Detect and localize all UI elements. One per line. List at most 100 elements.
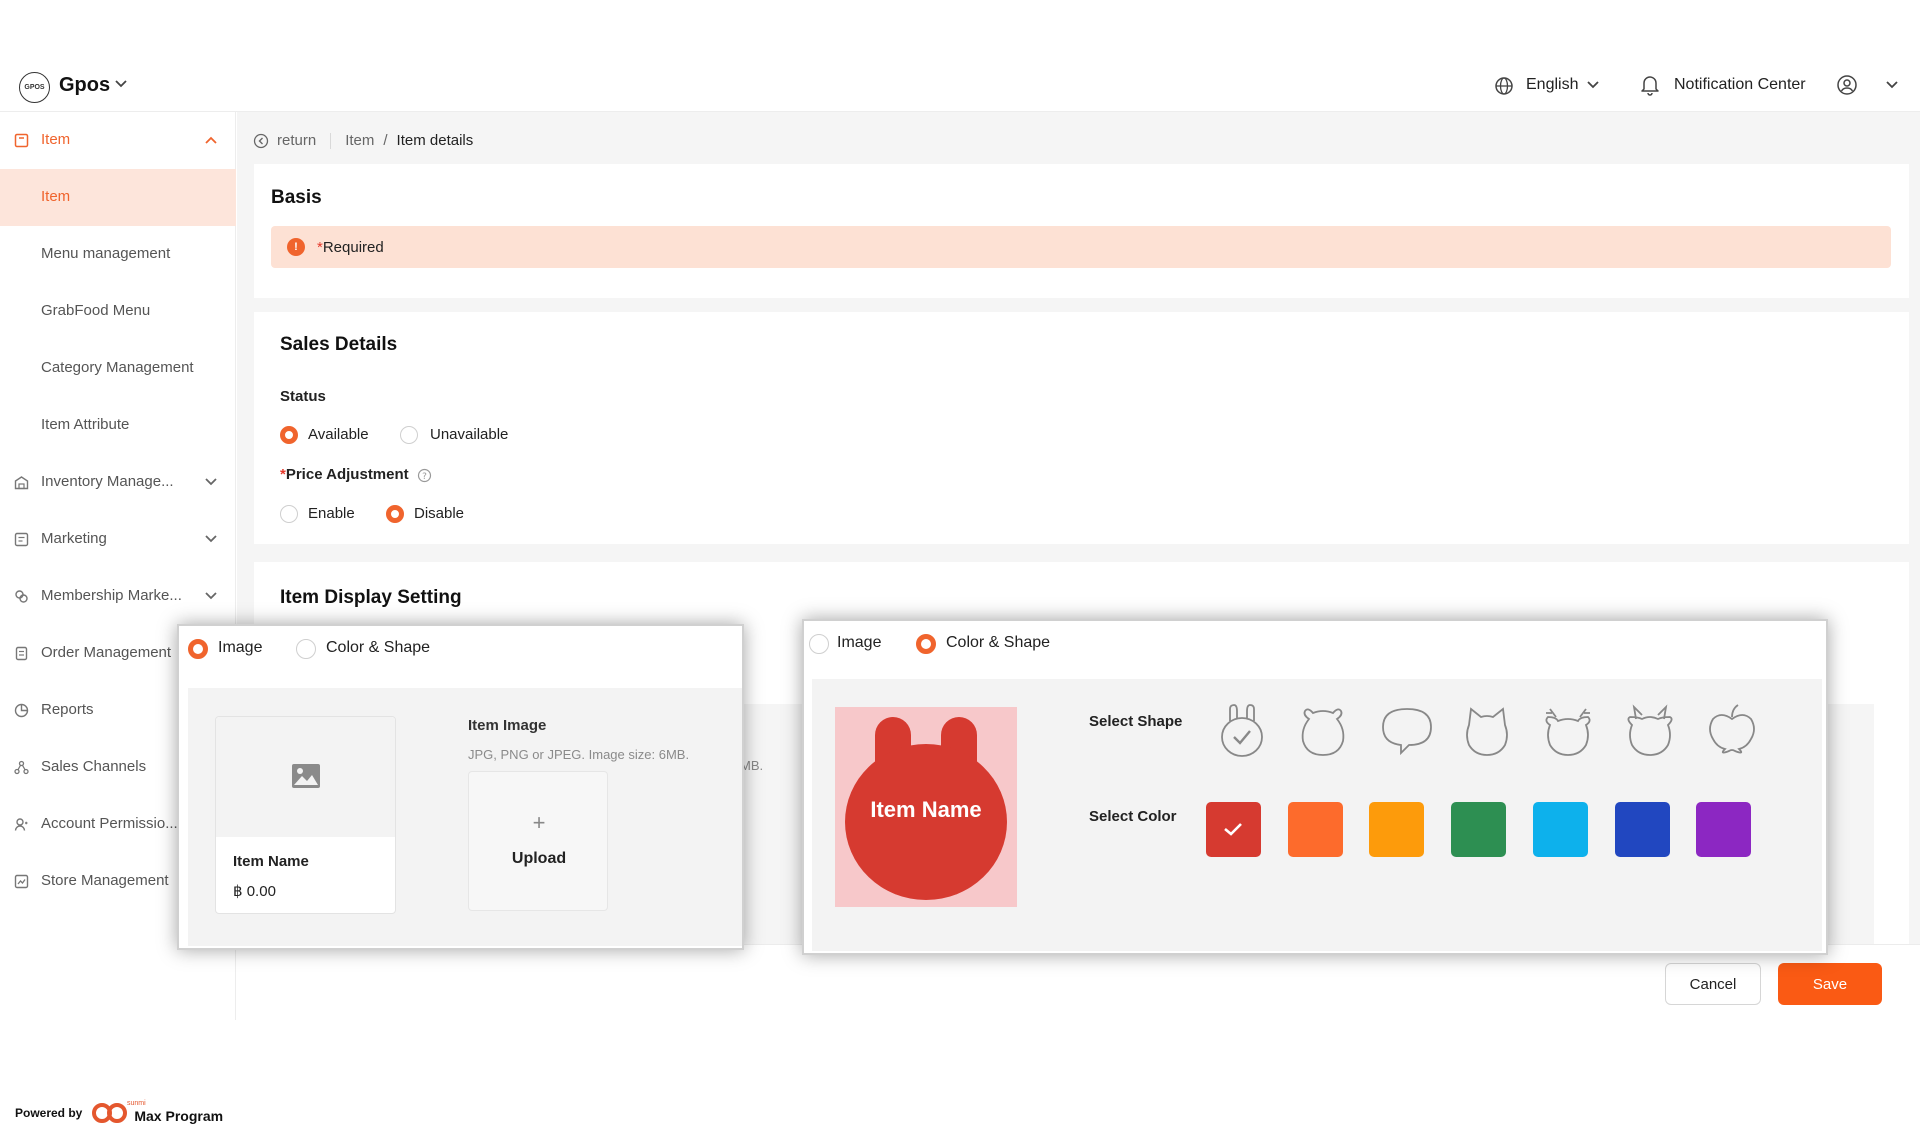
sidebar-item-membership[interactable]: Membership Marke... (0, 568, 236, 625)
checkmark-icon (1224, 823, 1242, 836)
color-swatch-cyan[interactable] (1533, 802, 1588, 857)
select-shape-label: Select Shape (1089, 713, 1183, 730)
mode-image-label[interactable]: Image (218, 639, 262, 657)
cancel-button[interactable]: Cancel (1665, 963, 1761, 1005)
bell-icon[interactable] (1640, 74, 1660, 96)
speech-shape-icon[interactable] (1379, 705, 1435, 757)
sidebar-item-inventory[interactable]: Inventory Manage... (0, 454, 236, 511)
sidebar-item-label: Membership Marke... (41, 587, 182, 604)
upload-button[interactable]: + Upload (468, 771, 608, 911)
save-button[interactable]: Save (1778, 963, 1882, 1005)
brand-small-label: sunmi (127, 1100, 146, 1107)
warning-icon: ! (287, 238, 305, 256)
store-icon (14, 874, 29, 889)
item-name-text: Item Name (233, 853, 309, 870)
status-available-radio[interactable] (280, 426, 298, 444)
brand-label: Max Program (134, 1108, 224, 1124)
price-enable-label[interactable]: Enable (308, 505, 355, 522)
sidebar-item-label: Order Management (41, 644, 172, 661)
color-swatch-blue[interactable] (1615, 802, 1670, 857)
reports-icon (14, 703, 29, 718)
sidebar-item-label: Account Permissio... (41, 815, 178, 832)
chevron-down-icon[interactable] (114, 79, 128, 89)
price-disable-radio[interactable] (386, 505, 404, 523)
order-icon (15, 646, 28, 661)
deer-shape-icon[interactable] (1542, 703, 1594, 757)
select-color-label: Select Color (1089, 808, 1177, 825)
color-swatch-red[interactable] (1206, 802, 1261, 857)
price-enable-radio[interactable] (280, 505, 298, 523)
cat-shape-icon[interactable] (1463, 705, 1511, 757)
sidebar-item-label: GrabFood Menu (41, 302, 151, 319)
channels-icon (14, 760, 29, 775)
sidebar-item-label: Marketing (41, 530, 107, 547)
sidebar-item-label: Reports (41, 701, 94, 718)
apple-shape-icon[interactable] (1707, 703, 1757, 757)
account-icon (14, 818, 28, 831)
sidebar-item-label: Item (41, 131, 71, 148)
notification-center-link[interactable]: Notification Center (1674, 76, 1806, 94)
sunmi-logo-icon (92, 1103, 128, 1123)
mode-image-label[interactable]: Image (837, 634, 881, 652)
color-swatch-purple[interactable] (1696, 802, 1751, 857)
preview-item-name: Item Name (870, 797, 982, 822)
sidebar-item-label: Inventory Manage... (41, 473, 174, 490)
language-selector[interactable]: English (1526, 76, 1578, 94)
mode-image-radio[interactable] (809, 634, 829, 654)
color-swatch-amber[interactable] (1369, 802, 1424, 857)
svg-text:?: ? (422, 472, 427, 482)
mode-color-shape-label[interactable]: Color & Shape (946, 634, 1050, 652)
mode-color-shape-label[interactable]: Color & Shape (326, 639, 430, 657)
section-title: Item Display Setting (280, 587, 462, 608)
logo-text: GPOS (24, 84, 45, 91)
user-avatar-icon[interactable] (1836, 74, 1858, 96)
color-swatch-green[interactable] (1451, 802, 1506, 857)
help-icon[interactable]: ? (417, 468, 432, 483)
app-logo[interactable]: GPOS (19, 72, 50, 103)
chevron-down-icon[interactable] (1885, 80, 1899, 90)
status-label: Status (280, 388, 326, 405)
item-image-hint: JPG, PNG or JPEG. Image size: 6MB. (468, 747, 690, 762)
globe-icon[interactable] (1494, 76, 1514, 96)
section-title: Basis (271, 187, 322, 208)
price-disable-label[interactable]: Disable (414, 505, 464, 522)
item-image-title: Item Image (468, 717, 547, 734)
mode-image-radio[interactable] (188, 639, 208, 659)
mode-color-shape-radio[interactable] (916, 634, 936, 654)
breadcrumb-item-parent[interactable]: Item (345, 132, 374, 149)
app-name[interactable]: Gpos (59, 74, 110, 97)
section-title: Sales Details (280, 334, 398, 355)
sidebar-item-marketing[interactable]: Marketing (0, 511, 236, 568)
sidebar-item-item-attribute[interactable]: Item Attribute (0, 397, 236, 454)
sidebar-item-category-management[interactable]: Category Management (0, 340, 236, 397)
item-price-text: ฿ 0.00 (233, 883, 276, 900)
breadcrumb-separator: / (383, 132, 388, 149)
bear-shape-icon[interactable] (1299, 705, 1347, 757)
chevron-down-icon[interactable] (1586, 80, 1600, 90)
footer-bar: Cancel Save (237, 944, 1920, 1020)
sidebar-item-grabfood-menu[interactable]: GrabFood Menu (0, 283, 236, 340)
status-unavailable-radio[interactable] (400, 426, 418, 444)
warehouse-icon (14, 476, 29, 490)
chevron-down-icon (205, 478, 217, 486)
status-available-label[interactable]: Available (308, 426, 369, 443)
cow-shape-icon[interactable] (1624, 703, 1676, 757)
display-mode-image-panel: Image Color & Shape Item Name ฿ 0.00 Ite… (177, 624, 744, 950)
membership-icon (15, 590, 28, 603)
required-text: *Required (317, 239, 384, 256)
sidebar-item-item-group[interactable]: Item (0, 112, 236, 169)
sidebar-item-menu-management[interactable]: Menu management (0, 226, 236, 283)
status-unavailable-label[interactable]: Unavailable (430, 426, 508, 443)
chevron-up-icon (205, 136, 217, 144)
sidebar-item-label: Category Management (41, 359, 194, 376)
mode-color-shape-radio[interactable] (296, 639, 316, 659)
price-adjustment-text: Price Adjustment (285, 466, 409, 483)
return-link[interactable]: return (277, 132, 316, 149)
powered-by-brand: Powered by sunmi Max Program (15, 1100, 224, 1124)
return-icon[interactable] (253, 133, 269, 149)
sidebar-item-item[interactable]: Item (0, 169, 236, 226)
color-swatch-orange[interactable] (1288, 802, 1343, 857)
price-adjustment-label: *Price Adjustment (280, 466, 409, 483)
rabbit-shape-icon[interactable] (1218, 703, 1266, 757)
chevron-down-icon (205, 535, 217, 543)
